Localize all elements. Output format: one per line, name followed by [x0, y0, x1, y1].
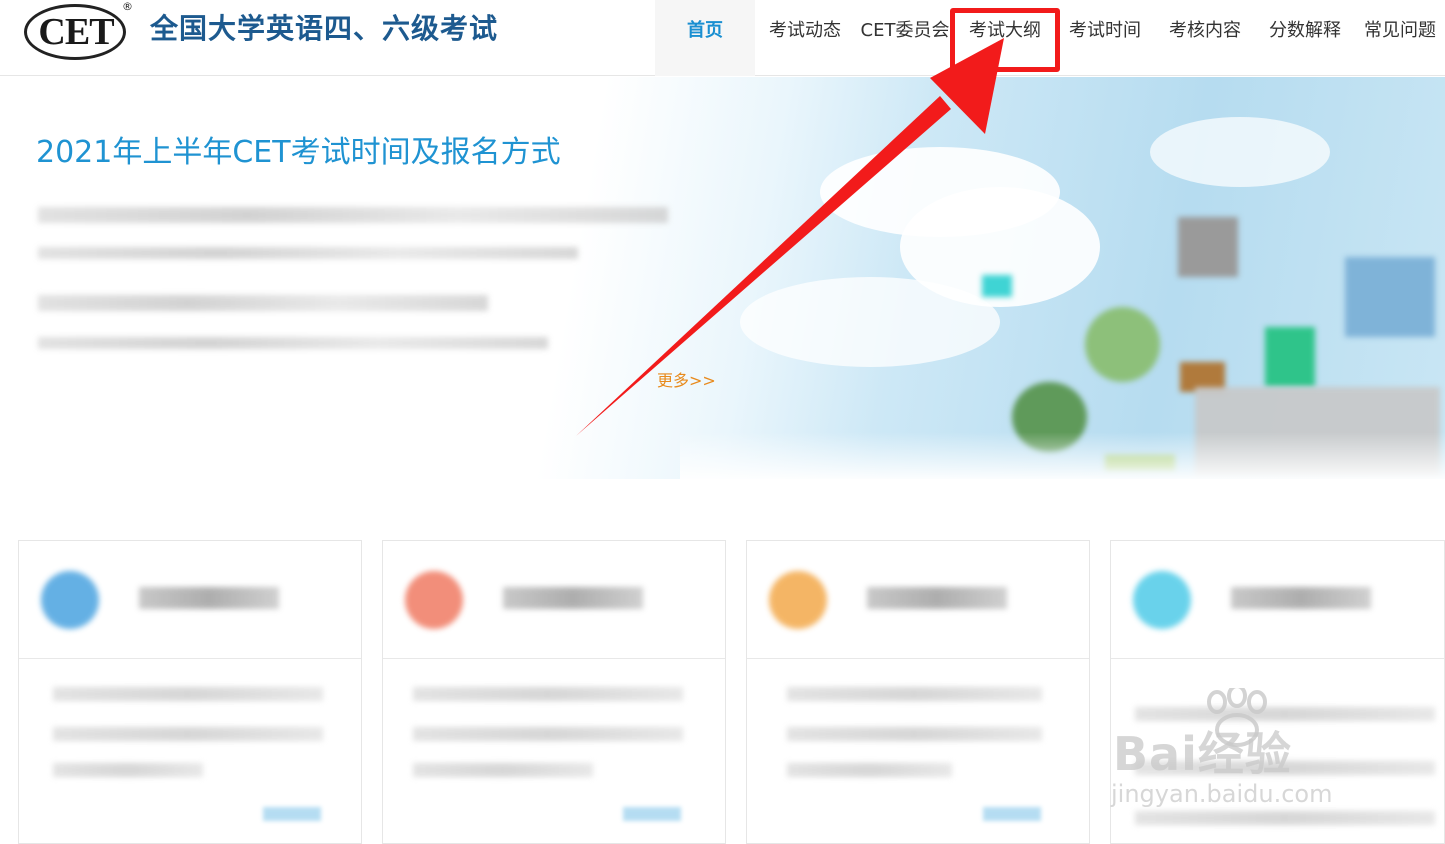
- blurred-text-line: [413, 687, 683, 701]
- card-icon: [769, 571, 827, 629]
- cloud: [740, 277, 1000, 367]
- feature-card[interactable]: [746, 540, 1090, 844]
- logo-text: CET: [38, 11, 114, 53]
- building-illustration: [982, 275, 1012, 297]
- site-title: 全国大学英语四、六级考试: [150, 12, 499, 45]
- blurred-text-line: [53, 727, 323, 741]
- blurred-card-title: [503, 587, 643, 609]
- feature-card[interactable]: [1110, 540, 1445, 844]
- annotation-highlight-box: [950, 8, 1060, 72]
- blurred-card-title: [139, 587, 279, 609]
- card-header: [1111, 541, 1444, 659]
- building-illustration: [1345, 257, 1435, 337]
- blurred-card-title: [1231, 587, 1371, 609]
- blurred-text-line: [38, 247, 578, 259]
- nav-score-explanation[interactable]: 分数解释: [1255, 0, 1355, 76]
- blurred-text-line: [413, 763, 593, 777]
- blurred-text-line: [787, 727, 1042, 741]
- blurred-text-line: [1135, 761, 1435, 775]
- card-more-link[interactable]: [623, 807, 681, 821]
- blurred-card-title: [867, 587, 1007, 609]
- cet-logo[interactable]: CET ®: [24, 0, 133, 64]
- banner-more-link[interactable]: 更多>>: [657, 367, 716, 391]
- cloud: [1150, 117, 1330, 187]
- feature-card[interactable]: [382, 540, 726, 844]
- blurred-text-line: [53, 763, 203, 777]
- nav-exam-time[interactable]: 考试时间: [1055, 0, 1155, 76]
- card-header: [383, 541, 725, 659]
- banner-headline[interactable]: 2021年上半年CET考试时间及报名方式: [36, 133, 561, 173]
- hero-banner: 2021年上半年CET考试时间及报名方式 更多>>: [0, 77, 1445, 479]
- blurred-text-line: [413, 727, 683, 741]
- card-more-link[interactable]: [263, 807, 321, 821]
- feature-cards: [0, 540, 1445, 844]
- blurred-text-line: [787, 763, 952, 777]
- building-illustration: [1178, 217, 1238, 277]
- nav-faq[interactable]: 常见问题: [1355, 0, 1445, 76]
- blurred-text-line: [38, 295, 488, 311]
- blurred-text-line: [38, 337, 548, 349]
- blurred-text-line: [38, 207, 668, 223]
- card-icon: [1133, 571, 1191, 629]
- card-header: [19, 541, 361, 659]
- card-more-link[interactable]: [983, 807, 1041, 821]
- card-icon: [41, 571, 99, 629]
- nav-cet-committee[interactable]: CET委员会: [855, 0, 955, 76]
- blurred-text-line: [53, 687, 323, 701]
- nav-exam-news[interactable]: 考试动态: [755, 0, 855, 76]
- tree-illustration: [1085, 307, 1160, 382]
- tree-illustration: [1265, 327, 1315, 387]
- card-header: [747, 541, 1089, 659]
- nav-home[interactable]: 首页: [655, 0, 755, 76]
- blurred-text-line: [1135, 707, 1435, 721]
- banner-ground-fade: [680, 432, 1445, 479]
- feature-card[interactable]: [18, 540, 362, 844]
- nav-exam-content[interactable]: 考核内容: [1155, 0, 1255, 76]
- blurred-text-line: [787, 687, 1042, 701]
- card-icon: [405, 571, 463, 629]
- blurred-text-line: [1135, 811, 1435, 825]
- site-header: CET ® 全国大学英语四、六级考试 首页 考试动态 CET委员会 考试大纲 考…: [0, 0, 1445, 76]
- registered-mark: ®: [122, 0, 133, 13]
